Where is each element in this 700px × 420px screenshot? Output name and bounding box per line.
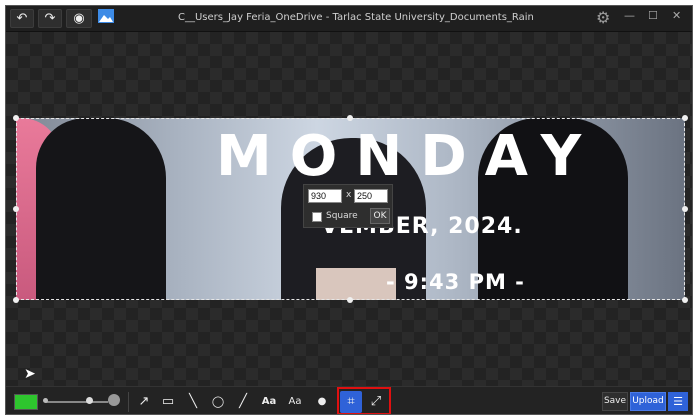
redo-button[interactable]: ↷ [38,9,62,28]
mouse-cursor-icon: ➤ [24,366,36,382]
undo-icon: ↶ [16,11,28,26]
text-tool[interactable]: Aa [258,391,280,413]
resize-handle[interactable] [682,297,688,303]
resize-handle[interactable] [682,115,688,121]
pen-tool[interactable]: ╱ [232,391,254,413]
crop-size-panel: x Square OK [303,184,393,228]
figure-center-waist [316,268,396,300]
bottom-toolbar: ↗ ▭ ╲ ◯ ╱ Aa Aa ● ⌗ ⤢ Save Upload ☰ [6,386,692,414]
resize-handle[interactable] [347,115,353,121]
app-window: ↶ ↷ ◉ C__Users_Jay Feria_OneDrive - Tarl… [5,5,693,415]
blur-tool[interactable]: ● [311,391,333,413]
large-stroke-icon [108,394,120,406]
undo-button[interactable]: ↶ [10,9,34,28]
minimize-button[interactable]: — [624,9,635,22]
line-tool[interactable]: ╲ [182,391,204,413]
capture-button[interactable]: ◉ [66,9,92,28]
image-button[interactable] [94,9,118,28]
resize-tool[interactable]: ⤢ [365,391,387,413]
time-text: - 9:43 PM - [386,270,525,294]
dimension-separator: x [346,190,352,200]
stroke-slider-handle[interactable] [86,397,93,404]
close-button[interactable]: ✕ [672,9,681,22]
resize-handle[interactable] [682,206,688,212]
resize-handle[interactable] [347,297,353,303]
crop-height-input[interactable] [354,189,388,203]
text-outline-tool[interactable]: Aa [284,391,306,413]
small-stroke-icon [43,398,48,403]
ok-button[interactable]: OK [370,208,390,224]
resize-handle[interactable] [13,115,19,121]
save-button[interactable]: Save [602,392,628,411]
figure-left [36,118,166,300]
image-icon [98,9,114,23]
menu-icon[interactable]: ☰ [668,392,688,411]
resize-handle[interactable] [13,206,19,212]
ellipse-tool[interactable]: ◯ [207,391,229,413]
rectangle-tool[interactable]: ▭ [157,391,179,413]
maximize-button[interactable]: ☐ [648,9,658,22]
color-picker-swatch[interactable] [14,394,38,410]
title-bar: ↶ ↷ ◉ C__Users_Jay Feria_OneDrive - Tarl… [6,6,692,32]
stroke-width-slider[interactable] [46,401,108,403]
upload-button[interactable]: Upload [630,392,666,411]
crop-tool[interactable]: ⌗ [340,391,362,413]
day-heading: MONDAY [216,124,600,189]
toolbar-divider [128,392,129,412]
crop-width-input[interactable] [308,189,342,203]
arrow-tool[interactable]: ↗ [133,391,155,413]
window-title: C__Users_Jay Feria_OneDrive - Tarlac Sta… [178,12,533,23]
square-label: Square [326,211,358,221]
resize-handle[interactable] [13,297,19,303]
editor-canvas[interactable]: MONDAY VEMBER, 2024. - 9:43 PM - x Squar… [6,32,692,386]
gear-icon[interactable]: ⚙ [596,8,610,27]
square-checkbox[interactable] [312,212,322,222]
redo-icon: ↷ [44,11,56,26]
camera-eye-icon: ◉ [73,11,85,26]
